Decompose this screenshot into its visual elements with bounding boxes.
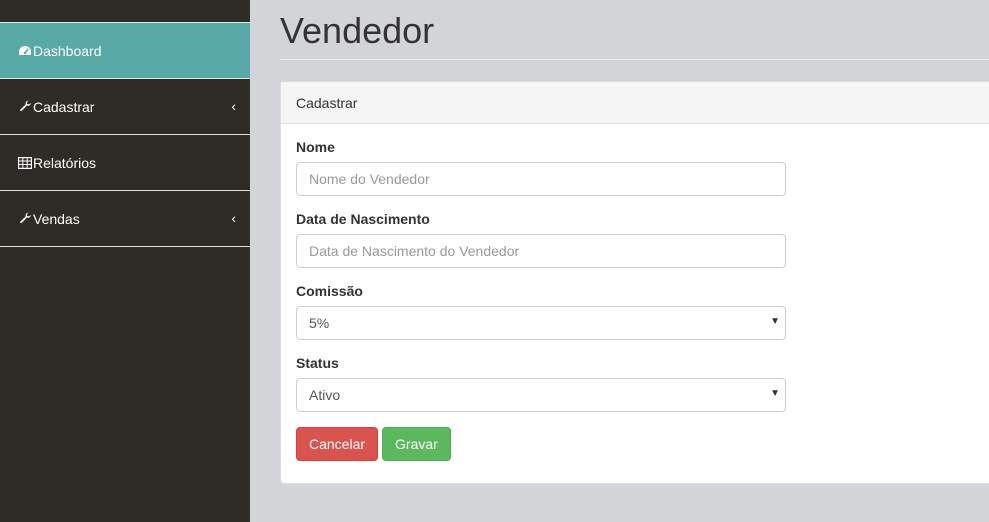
comissao-label: Comissão	[296, 283, 363, 299]
cancel-button[interactable]: Cancelar	[296, 427, 379, 461]
sidebar-item-label: Relatórios	[33, 154, 97, 171]
nascimento-field[interactable]	[296, 234, 786, 268]
dashboard-icon	[17, 43, 33, 59]
status-group: Status Ativo ▼	[296, 355, 984, 412]
status-label: Status	[296, 355, 339, 371]
sidebar-item-label: Cadastrar	[33, 98, 95, 115]
nascimento-label: Data de Nascimento	[296, 211, 430, 227]
sidebar-item-relatorios[interactable]: Relatórios	[0, 135, 250, 191]
wrench-icon	[17, 99, 33, 115]
sidebar-item-vendas[interactable]: Vendas ‹	[0, 191, 250, 247]
status-select[interactable]: Ativo	[296, 378, 786, 412]
main-content: Vendedor	[280, 0, 989, 60]
comissao-group: Comissão 5% ▼	[296, 283, 984, 340]
nome-label: Nome	[296, 139, 335, 155]
comissao-select[interactable]: 5%	[296, 306, 786, 340]
form-buttons: Cancelar Gravar	[296, 427, 984, 461]
sidebar-top	[0, 0, 250, 23]
sidebar: Dashboard Cadastrar ‹ Relatórios Vendas …	[0, 0, 250, 522]
sidebar-item-label: Vendas	[33, 210, 80, 227]
wrench-icon	[17, 211, 33, 227]
comissao-select-wrap: 5% ▼	[296, 306, 786, 340]
panel-heading: Cadastrar	[281, 82, 989, 124]
nome-group: Nome	[296, 139, 984, 196]
save-button[interactable]: Gravar	[382, 427, 451, 461]
nome-field[interactable]	[296, 162, 786, 196]
panel-body: Nome Data de Nascimento Comissão 5% ▼ St…	[281, 124, 989, 476]
table-icon	[17, 155, 33, 171]
chevron-left-icon: ‹	[231, 209, 236, 226]
chevron-left-icon: ‹	[231, 97, 236, 114]
form-panel: Cadastrar Nome Data de Nascimento Comiss…	[280, 81, 989, 484]
sidebar-item-label: Dashboard	[33, 42, 102, 59]
sidebar-item-cadastrar[interactable]: Cadastrar ‹	[0, 79, 250, 135]
page-title: Vendedor	[280, 0, 989, 60]
nascimento-group: Data de Nascimento	[296, 211, 984, 268]
status-select-wrap: Ativo ▼	[296, 378, 786, 412]
sidebar-item-dashboard[interactable]: Dashboard	[0, 23, 250, 79]
